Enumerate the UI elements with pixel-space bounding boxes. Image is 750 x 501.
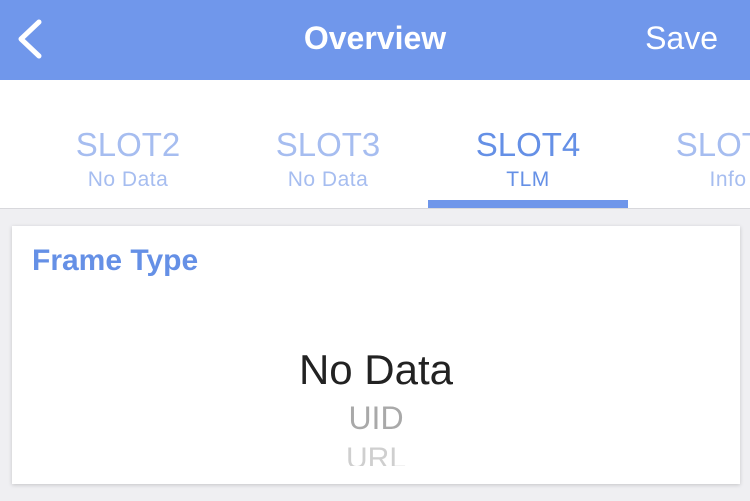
- tab-label: SLOT5: [675, 126, 750, 163]
- tab-slot4[interactable]: SLOT4 TLM: [428, 80, 628, 208]
- frame-type-card: Frame Type No Data UID URL: [12, 226, 740, 484]
- tab-slot5[interactable]: SLOT5 Info: [628, 80, 750, 208]
- tab-slot2[interactable]: SLOT2 No Data: [28, 80, 228, 208]
- slot-tab-bar: SLOT2 No Data SLOT3 No Data SLOT4 TLM SL…: [0, 80, 750, 209]
- tab-status: TLM: [506, 168, 550, 191]
- save-button[interactable]: Save: [645, 0, 718, 76]
- frame-type-title: Frame Type: [32, 244, 199, 277]
- tab-slot3[interactable]: SLOT3 No Data: [228, 80, 428, 208]
- chevron-left-icon: [18, 19, 42, 59]
- tab-label: SLOT4: [475, 126, 581, 163]
- picker-option-selected[interactable]: No Data: [12, 346, 740, 394]
- back-button[interactable]: [0, 0, 70, 80]
- tab-status: No Data: [87, 168, 169, 191]
- navigation-bar: Overview Save: [0, 0, 750, 80]
- tab-status: No Data: [287, 168, 369, 191]
- page-title: Overview: [303, 20, 447, 56]
- tab-label: SLOT2: [75, 126, 181, 163]
- tab-status: Info: [709, 168, 747, 191]
- picker-option[interactable]: URL: [12, 442, 740, 466]
- tab-label: SLOT3: [275, 126, 381, 163]
- active-tab-indicator: [428, 200, 628, 208]
- frame-type-picker[interactable]: No Data UID URL: [12, 326, 740, 466]
- picker-option[interactable]: UID: [12, 400, 740, 437]
